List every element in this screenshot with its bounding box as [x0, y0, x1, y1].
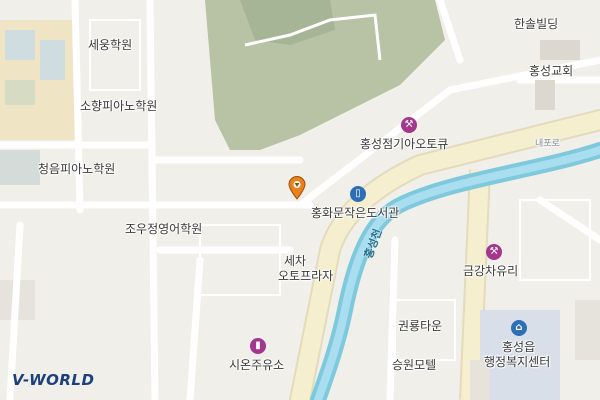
- building-footprint: [40, 40, 65, 80]
- label-hongseong-kia-autoq: 홍성점기아오토큐: [360, 137, 449, 151]
- label-honghwamun-library: 홍화문작은도서관: [311, 206, 400, 220]
- building-footprint: [5, 30, 35, 60]
- label-geumgang-glass: 금강차유리: [463, 264, 519, 278]
- label-sohyang-piano: 소향피아노학원: [80, 99, 158, 113]
- label-sion-gas-station: 시온주유소: [229, 358, 285, 372]
- label-cheongeum-piano: 청음피아노학원: [38, 162, 116, 176]
- fuel-icon[interactable]: ▮: [250, 338, 266, 354]
- label-sewoong-academy: 세웅학원: [88, 38, 133, 52]
- label-hongseong-eup: 홍성읍: [502, 340, 536, 354]
- book-icon[interactable]: ▯: [350, 186, 366, 202]
- building-footprint: [575, 300, 600, 360]
- label-auto-plaza: 오토프라자: [278, 269, 334, 283]
- label-road-naepo: 내포로: [535, 139, 560, 149]
- wrench-icon[interactable]: ⚒: [486, 244, 502, 260]
- vworld-logo: V-WORLD: [12, 371, 95, 389]
- label-gwonryong-town: 권룡타운: [398, 319, 443, 333]
- building-footprint: [535, 80, 555, 110]
- building-footprint: [0, 150, 40, 185]
- label-seungwon-motel: 승원모텔: [392, 358, 437, 372]
- building-footprint: [540, 40, 580, 60]
- label-hongseong-church: 홍성교회: [529, 64, 574, 78]
- map-canvas[interactable]: 세웅학원 소향피아노학원 청음피아노학원 조우정영어학원 한솔빌딩 홍성교회 ⚒…: [0, 0, 600, 400]
- label-carwash: 세차: [284, 254, 307, 268]
- government-icon[interactable]: ⌂: [511, 320, 527, 336]
- location-pin-icon[interactable]: [288, 176, 306, 200]
- label-hansol-building: 한솔빌딩: [514, 17, 559, 31]
- label-welfare-center: 행정복지센터: [484, 355, 551, 369]
- label-jowoo-english: 조우정영어학원: [125, 222, 203, 236]
- building-footprint: [5, 80, 35, 105]
- wrench-icon[interactable]: ⚒: [401, 117, 417, 133]
